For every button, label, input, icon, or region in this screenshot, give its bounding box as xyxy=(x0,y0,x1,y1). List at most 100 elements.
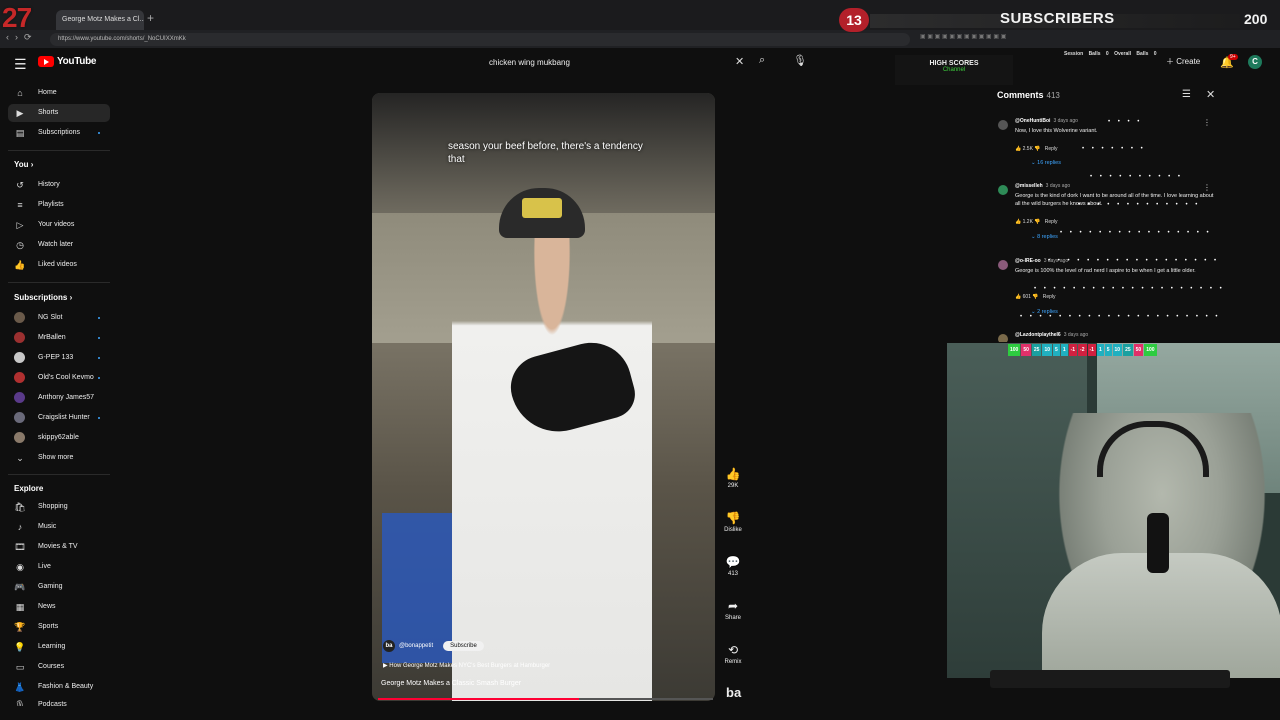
channel-name: skippy62able xyxy=(38,434,79,441)
microphone-icon[interactable]: 🎙 xyxy=(793,54,807,67)
divider xyxy=(8,474,110,475)
remix-button[interactable]: ⟲ Remix xyxy=(718,642,748,665)
search-icon[interactable]: ⌕ xyxy=(759,54,765,67)
create-button[interactable]: ＋ Create xyxy=(1166,56,1200,67)
comment-actions[interactable]: 👍 601 👎 Reply xyxy=(1015,294,1056,300)
shorts-icon: ▶ xyxy=(16,108,24,118)
address-bar[interactable]: https://www.youtube.com/shorts/_NoCUIXXm… xyxy=(50,33,910,46)
replies-toggle[interactable]: ⌄ 8 replies xyxy=(1031,234,1058,240)
show-more-button[interactable]: ⌄ Show more xyxy=(8,449,110,467)
replies-toggle[interactable]: ⌄ 16 replies xyxy=(1031,160,1061,166)
sidebar-item-shorts[interactable]: ▶ Shorts xyxy=(8,104,110,122)
plinko-pegs: • • • • • • • • • • • • • • • • • • xyxy=(1048,258,1220,264)
comment-author[interactable]: @misselleh 3 days ago xyxy=(1015,183,1070,189)
channel-brand-logo[interactable]: ba xyxy=(726,685,741,700)
dislike-label: Dislike xyxy=(724,527,742,533)
create-label: Create xyxy=(1176,57,1201,66)
comment-actions[interactable]: 👍 1.2K 👎 Reply xyxy=(1015,219,1058,225)
sidebar-item-home[interactable]: ⌂ Home xyxy=(8,84,110,102)
sidebar-item-liked-videos[interactable]: 👍 Liked videos xyxy=(8,256,110,274)
sidebar-item-podcasts[interactable]: 🎙 Podcasts xyxy=(8,696,110,706)
sidebar-sub-channel[interactable]: Old's Cool Kevmo xyxy=(8,369,110,387)
like-button[interactable]: 👍 29K xyxy=(718,466,748,489)
comment-avatar[interactable] xyxy=(998,185,1008,195)
sidebar-sub-channel[interactable]: G-PEP 133 xyxy=(8,349,110,367)
sidebar-sub-channel[interactable]: Anthony James57 xyxy=(8,389,110,407)
youtube-logo[interactable]: YouTube xyxy=(38,56,97,67)
comment-avatar[interactable] xyxy=(998,260,1008,270)
share-label: Share xyxy=(724,615,741,621)
sidebar-item-courses[interactable]: ▭ Courses xyxy=(8,658,110,676)
sidebar-item-gaming[interactable]: 🎮 Gaming xyxy=(8,578,110,596)
channel-avatar[interactable]: ba xyxy=(383,640,395,652)
subscribe-button[interactable]: Subscribe xyxy=(443,641,484,651)
sidebar-item-fashion-beauty[interactable]: 👗 Fashion & Beauty xyxy=(8,678,110,696)
thumbs-up-icon: 👍 xyxy=(725,467,741,481)
new-content-dot xyxy=(98,337,100,339)
comment-author[interactable]: @OneHuntiBoi 3 days ago xyxy=(1015,118,1078,124)
score-chip: -2 xyxy=(1078,344,1087,356)
comment-count: 413 xyxy=(727,571,738,577)
video-progress-fill xyxy=(378,698,579,700)
channel-avatar xyxy=(14,432,25,443)
channel-avatar xyxy=(14,392,25,403)
sidebar-item-label: Liked videos xyxy=(38,261,77,268)
sidebar-item-subscriptions[interactable]: ▤ Subscriptions xyxy=(8,124,110,142)
dislike-button[interactable]: 👎 Dislike xyxy=(718,510,748,533)
comment-avatar[interactable] xyxy=(998,334,1008,342)
you-section-title[interactable]: You › xyxy=(14,160,33,169)
more-options-icon[interactable]: ⋮ xyxy=(1203,118,1211,127)
close-icon[interactable]: ✕ xyxy=(735,55,744,68)
sidebar-item-shopping[interactable]: 🛍 Shopping xyxy=(8,498,110,516)
sidebar-item-label: Fashion & Beauty xyxy=(38,683,94,690)
reply-button[interactable]: Reply xyxy=(1045,146,1058,152)
related-video-title: How George Motz Makes NYC's Best Burgers… xyxy=(389,663,551,669)
movies-icon: 🎞 xyxy=(14,542,26,552)
explore-section-title: Explore xyxy=(14,484,44,493)
comment-actions[interactable]: 👍 2.5K 👎 Reply xyxy=(1015,146,1058,152)
reply-button[interactable]: Reply xyxy=(1045,219,1058,225)
sidebar-item-live[interactable]: ◉ Live xyxy=(8,558,110,576)
youtube-play-icon xyxy=(38,56,54,67)
comment-avatar[interactable] xyxy=(998,120,1008,130)
sidebar-item-playlists[interactable]: ≡ Playlists xyxy=(8,196,110,214)
sidebar-item-movies-tv[interactable]: 🎞 Movies & TV xyxy=(8,538,110,556)
comment-author[interactable]: @LazdontplaytheI6 3 days ago xyxy=(1015,332,1088,338)
sidebar-item-history[interactable]: ↺ History xyxy=(8,176,110,194)
reply-button[interactable]: Reply xyxy=(1043,294,1056,300)
sidebar-item-label: Courses xyxy=(38,663,65,670)
comments-button[interactable]: 💬 413 xyxy=(718,554,748,577)
sidebar-item-music[interactable]: ♪ Music xyxy=(8,518,110,536)
sidebar-item-your-videos[interactable]: ▷ Your videos xyxy=(8,216,110,234)
new-tab-icon[interactable]: + xyxy=(147,11,154,25)
video-progress-bar[interactable] xyxy=(378,698,713,700)
sidebar-sub-channel[interactable]: skippy62able xyxy=(8,429,110,447)
comment-input-bar[interactable] xyxy=(990,670,1230,688)
share-button[interactable]: ➦ Share xyxy=(718,598,748,621)
sidebar-item-watch-later[interactable]: ◷ Watch later xyxy=(8,236,110,254)
channel-name: Craigslist Hunter xyxy=(38,414,90,421)
courses-icon: ▭ xyxy=(15,662,25,672)
close-icon[interactable]: ✕ xyxy=(1206,88,1215,101)
related-video-link[interactable]: ▶ How George Motz Makes NYC's Best Burge… xyxy=(383,662,550,669)
extension-icons[interactable]: ▣ ▣ ▣ ▣ ▣ ▣ ▣ ▣ ▣ ▣ ▣ ▣ xyxy=(920,33,1275,45)
avatar[interactable]: C xyxy=(1248,55,1262,69)
sort-icon[interactable]: ☰ xyxy=(1182,89,1191,100)
sidebar-sub-channel[interactable]: NG Slot xyxy=(8,309,110,327)
chevron-down-icon: ⌄ xyxy=(16,453,24,463)
browser-tab[interactable]: George Motz Makes a Cl... xyxy=(56,10,144,30)
search-input[interactable]: chicken wing mukbang xyxy=(480,54,750,72)
sidebar-item-sports[interactable]: 🏆 Sports xyxy=(8,618,110,636)
subscriptions-section-title[interactable]: Subscriptions › xyxy=(14,293,72,302)
shorts-video[interactable] xyxy=(372,93,715,701)
menu-icon[interactable]: ☰ xyxy=(14,56,27,73)
sidebar-sub-channel[interactable]: Craigslist Hunter xyxy=(8,409,110,427)
channel-handle[interactable]: @bonappetit xyxy=(399,643,433,649)
sidebar-item-learning[interactable]: 💡 Learning xyxy=(8,638,110,656)
plinko-pegs: • • • • • • • • • • • • • xyxy=(1078,202,1201,208)
plinko-pegs: • • • • • • • • • • xyxy=(1090,174,1184,180)
video-title: George Motz Makes a Classic Smash Burger xyxy=(381,680,522,687)
more-options-icon[interactable]: ⋮ xyxy=(1203,183,1211,192)
sidebar-item-news[interactable]: ▦ News xyxy=(8,598,110,616)
sidebar-sub-channel[interactable]: MrBallen xyxy=(8,329,110,347)
